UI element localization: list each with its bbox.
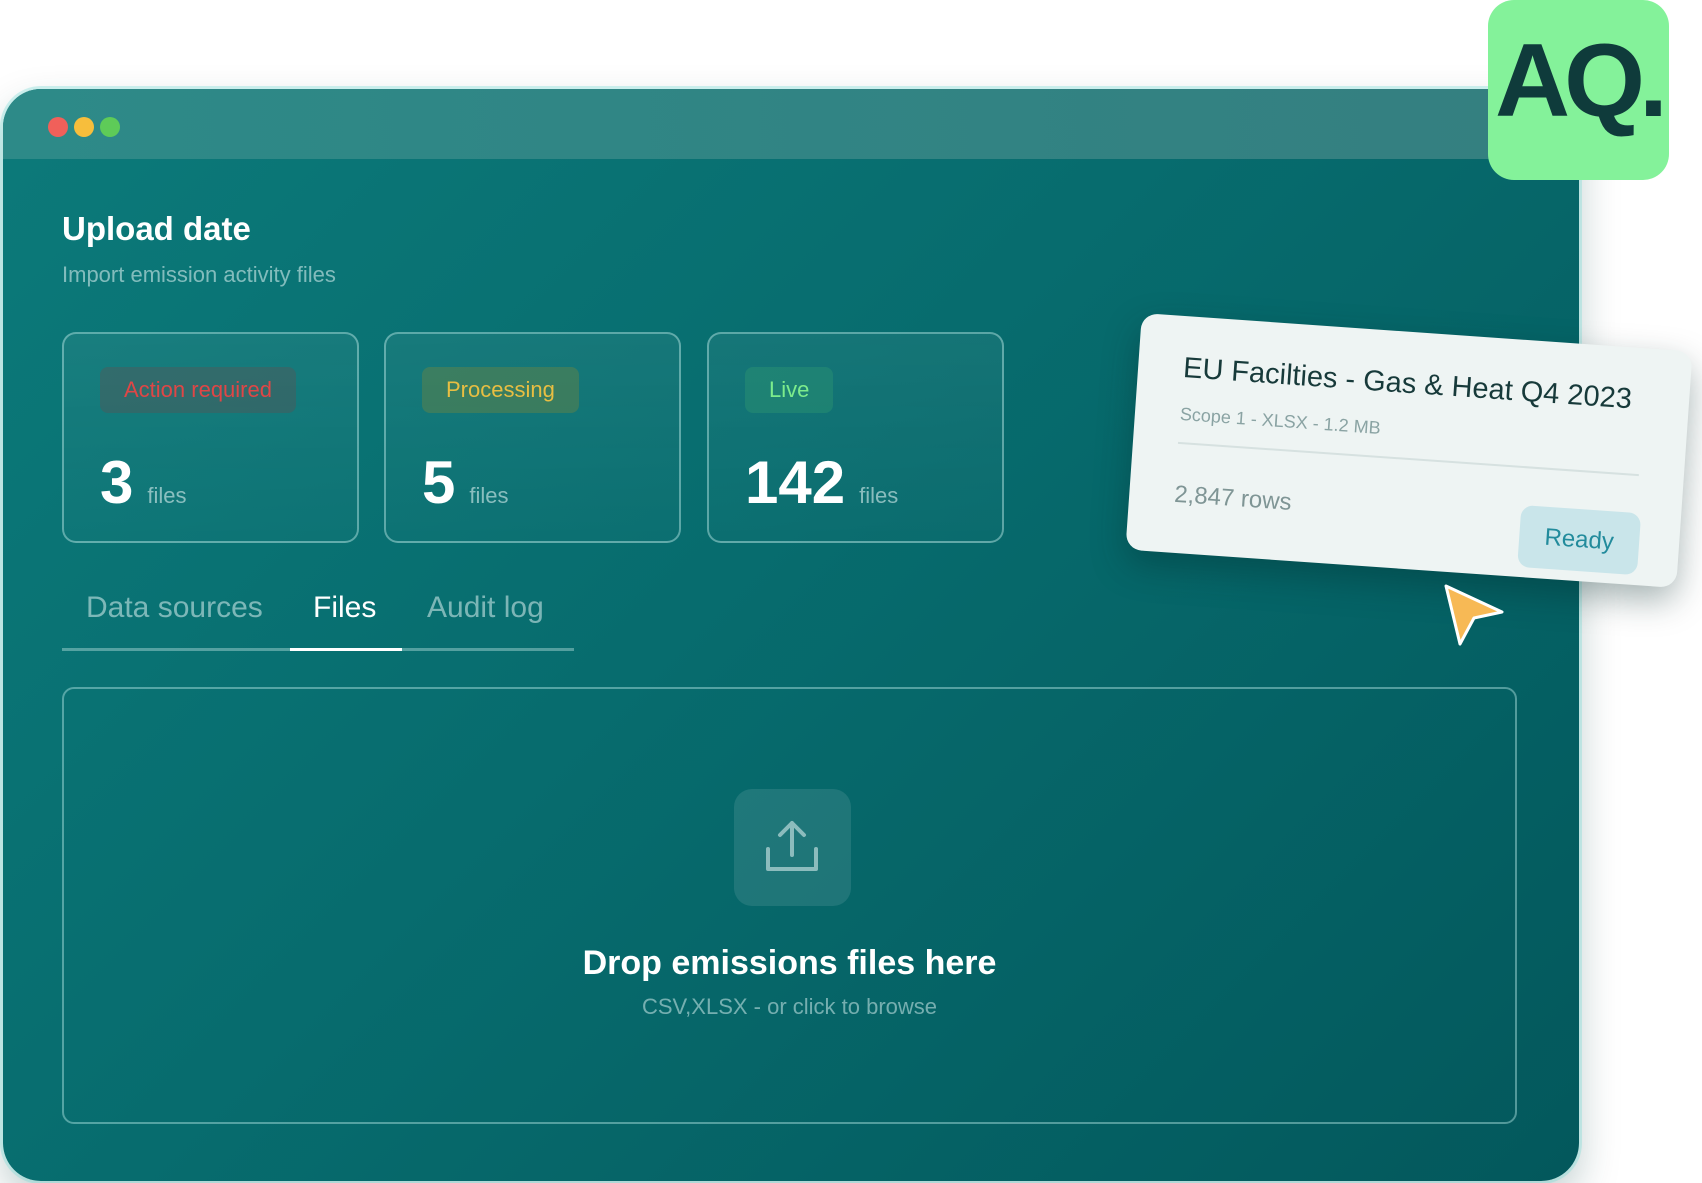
upload-button[interactable]: [734, 789, 851, 906]
stat-unit: files: [469, 483, 509, 508]
status-badge: Live: [745, 367, 834, 413]
active-tab-indicator: [290, 648, 402, 651]
tab-bar: Data sources Files Audit log: [62, 579, 574, 651]
page-title: Upload date: [62, 210, 251, 247]
file-dropzone[interactable]: Drop emissions files here CSV,XLSX - or …: [62, 687, 1517, 1124]
upload-icon: [766, 821, 818, 871]
app-window: Upload date Import emission activity fil…: [3, 89, 1579, 1181]
status-badge: Processing: [422, 367, 579, 413]
stat-card-processing[interactable]: Processing 5 files: [384, 332, 681, 543]
dropzone-title: Drop emissions files here: [582, 944, 997, 982]
ready-status-button[interactable]: Ready: [1517, 504, 1642, 576]
status-badge: Action required: [100, 367, 296, 413]
divider: [1177, 441, 1639, 477]
file-row-count: 2,847 rows: [1173, 480, 1293, 516]
dropzone-subtitle[interactable]: CSV,XLSX - or click to browse: [64, 994, 1515, 1020]
file-preview-card[interactable]: EU Facilties - Gas & Heat Q4 2023 Scope …: [1125, 313, 1693, 588]
maximize-window-button[interactable]: [100, 117, 120, 137]
stat-value: 142 files: [745, 449, 899, 516]
tab-audit-log[interactable]: Audit log: [427, 591, 544, 625]
stat-value: 3 files: [100, 449, 187, 516]
stat-unit: files: [859, 483, 899, 508]
brand-logo: AQ.: [1488, 0, 1669, 180]
minimize-window-button[interactable]: [74, 117, 94, 137]
tab-files[interactable]: Files: [313, 591, 376, 625]
file-meta: Scope 1 - XLSX - 1.2 MB: [1179, 403, 1382, 438]
stat-card-live[interactable]: Live 142 files: [707, 332, 1004, 543]
stat-value: 5 files: [422, 449, 509, 516]
page-subtitle: Import emission activity files: [62, 262, 336, 287]
stat-card-action-required[interactable]: Action required 3 files: [62, 332, 359, 543]
close-window-button[interactable]: [48, 117, 68, 137]
file-title: EU Facilties - Gas & Heat Q4 2023: [1182, 352, 1633, 416]
logo-text: AQ.: [1495, 23, 1668, 139]
pointer-arrow-icon: [1444, 584, 1504, 646]
tab-data-sources[interactable]: Data sources: [86, 591, 263, 625]
stat-unit: files: [147, 483, 187, 508]
window-titlebar: [3, 89, 1579, 159]
